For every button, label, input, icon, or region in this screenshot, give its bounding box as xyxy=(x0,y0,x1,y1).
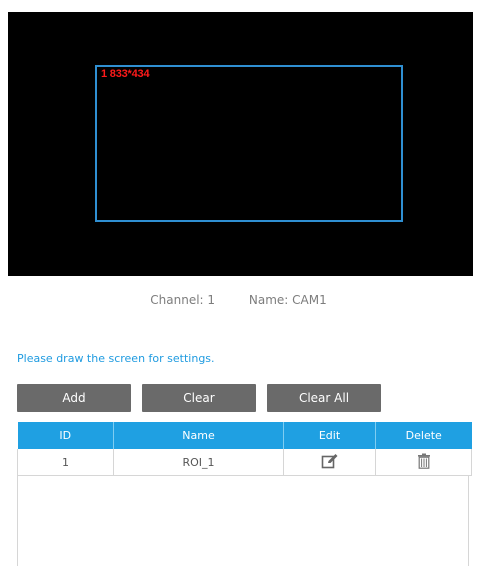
trash-icon[interactable] xyxy=(417,453,431,472)
draw-hint: Please draw the screen for settings. xyxy=(17,352,215,365)
edit-icon[interactable] xyxy=(321,453,339,472)
video-preview[interactable]: 1 833*434 xyxy=(8,12,473,276)
table-row: 1 ROI_1 xyxy=(17,449,472,476)
roi-rectangle[interactable]: 1 833*434 xyxy=(95,65,403,222)
row-delete-cell xyxy=(375,449,472,476)
row-edit-cell xyxy=(283,449,376,476)
clear-button[interactable]: Clear xyxy=(142,384,256,412)
roi-table: ID Name Edit Delete 1 ROI_1 xyxy=(17,422,472,476)
toolbar: Add Clear Clear All xyxy=(17,384,417,412)
clear-all-button[interactable]: Clear All xyxy=(267,384,381,412)
channel-info: Channel: 1 Name: CAM1 xyxy=(0,292,477,308)
add-button[interactable]: Add xyxy=(17,384,131,412)
roi-label: 1 833*434 xyxy=(101,68,150,80)
table-header-row: ID Name Edit Delete xyxy=(17,422,472,449)
column-header-name: Name xyxy=(113,422,284,449)
column-header-id: ID xyxy=(17,422,114,449)
row-name: ROI_1 xyxy=(113,449,284,476)
table-empty-area xyxy=(17,476,469,566)
row-id: 1 xyxy=(17,449,114,476)
column-header-delete: Delete xyxy=(375,422,472,449)
channel-label: Channel: 1 xyxy=(150,293,216,307)
column-header-edit: Edit xyxy=(283,422,376,449)
camera-name-label: Name: CAM1 xyxy=(248,293,327,307)
